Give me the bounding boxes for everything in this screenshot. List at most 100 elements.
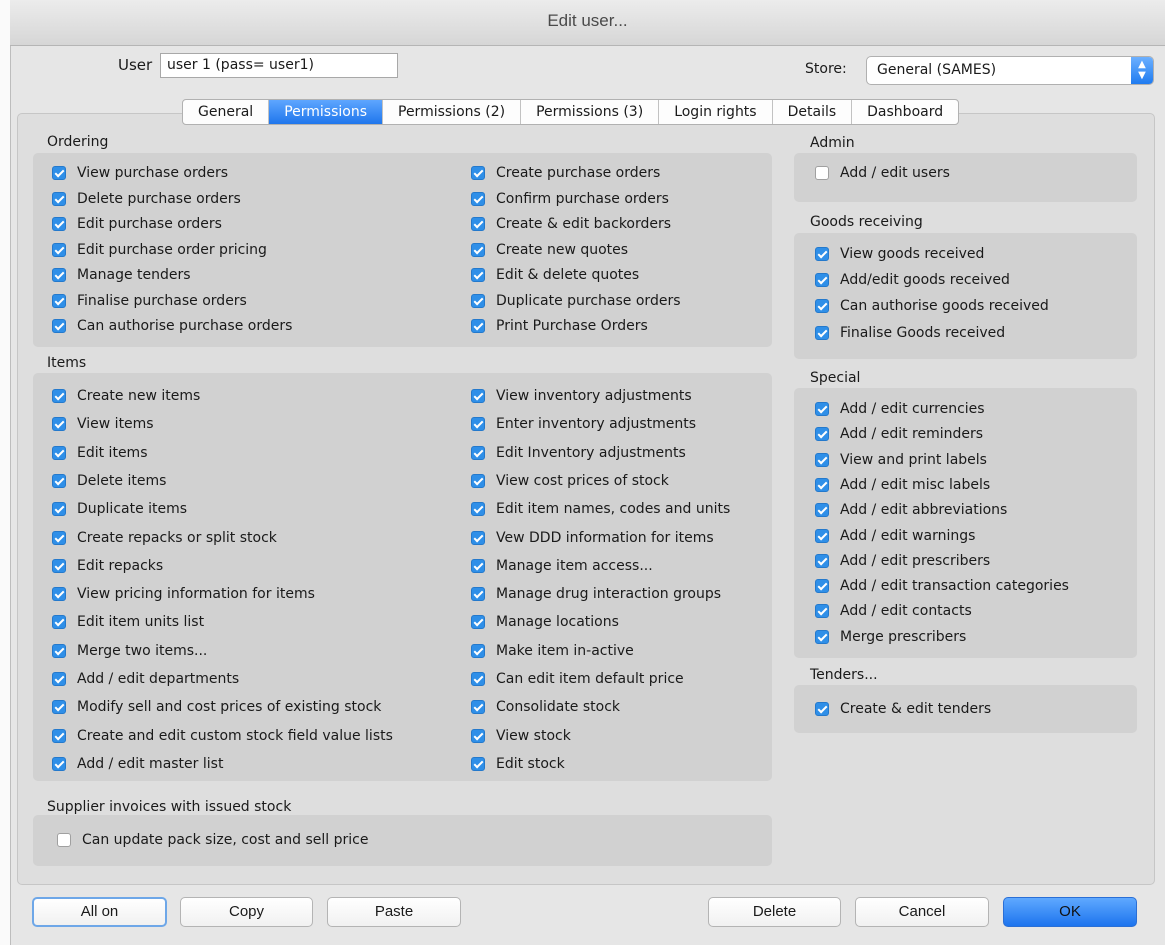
ok-button[interactable]: OK — [1003, 897, 1137, 927]
items-permission-checkbox[interactable]: Manage drug interaction groups — [471, 586, 721, 602]
checkbox-checked-icon[interactable] — [815, 477, 829, 492]
ordering-permission-checkbox[interactable]: Edit purchase order pricing — [52, 242, 267, 258]
special-permission-checkbox[interactable]: Add / edit abbreviations — [815, 502, 1007, 518]
checkbox-checked-icon[interactable] — [471, 756, 485, 771]
goods-permission-checkbox[interactable]: Can authorise goods received — [815, 298, 1049, 314]
ordering-permission-checkbox[interactable]: Manage tenders — [52, 267, 191, 283]
items-permission-checkbox[interactable]: Vew DDD information for items — [471, 530, 714, 546]
checkbox-checked-icon[interactable] — [815, 702, 829, 716]
ordering-permission-checkbox[interactable]: Confirm purchase orders — [471, 191, 669, 207]
ordering-permission-checkbox[interactable]: Print Purchase Orders — [471, 318, 648, 334]
special-permission-checkbox[interactable]: Merge prescribers — [815, 629, 966, 645]
items-permission-checkbox[interactable]: Manage locations — [471, 614, 619, 630]
checkbox-checked-icon[interactable] — [815, 247, 829, 261]
cancel-button[interactable]: Cancel — [855, 897, 989, 927]
tab-permissions-3[interactable]: Permissions (3) — [521, 100, 660, 124]
checkbox-checked-icon[interactable] — [471, 643, 485, 658]
tenders-permission-checkbox[interactable]: Create & edit tenders — [815, 701, 991, 717]
checkbox-checked-icon[interactable] — [471, 728, 485, 743]
items-permission-checkbox[interactable]: Duplicate items — [52, 501, 187, 517]
checkbox-checked-icon[interactable] — [52, 417, 66, 432]
special-permission-checkbox[interactable]: Add / edit contacts — [815, 603, 972, 619]
items-permission-checkbox[interactable]: Edit Inventory adjustments — [471, 445, 686, 461]
checkbox-checked-icon[interactable] — [471, 587, 485, 602]
checkbox-checked-icon[interactable] — [52, 242, 66, 257]
checkbox-checked-icon[interactable] — [52, 587, 66, 602]
ordering-permission-checkbox[interactable]: Edit & delete quotes — [471, 267, 639, 283]
checkbox-checked-icon[interactable] — [815, 528, 829, 543]
items-permission-checkbox[interactable]: Edit item names, codes and units — [471, 501, 730, 517]
checkbox-checked-icon[interactable] — [52, 502, 66, 517]
checkbox-checked-icon[interactable] — [471, 672, 485, 686]
checkbox-checked-icon[interactable] — [52, 268, 66, 282]
checkbox-checked-icon[interactable] — [471, 445, 485, 460]
checkbox-checked-icon[interactable] — [815, 427, 829, 442]
ordering-permission-checkbox[interactable]: Edit purchase orders — [52, 216, 222, 232]
checkbox-checked-icon[interactable] — [815, 325, 829, 340]
checkbox-checked-icon[interactable] — [471, 166, 485, 180]
checkbox-checked-icon[interactable] — [815, 299, 829, 314]
ordering-permission-checkbox[interactable]: View purchase orders — [52, 165, 228, 181]
tab-dashboard[interactable]: Dashboard — [852, 100, 958, 124]
checkbox-unchecked-icon[interactable] — [815, 166, 829, 180]
checkbox-checked-icon[interactable] — [52, 293, 66, 308]
checkbox-checked-icon[interactable] — [52, 473, 66, 488]
tab-general[interactable]: General — [183, 100, 270, 124]
user-name-field[interactable]: user 1 (pass= user1) — [160, 53, 398, 78]
items-permission-checkbox[interactable]: Create new items — [52, 388, 200, 404]
ordering-permission-checkbox[interactable]: Create new quotes — [471, 242, 628, 258]
special-permission-checkbox[interactable]: Add / edit transaction categories — [815, 578, 1069, 594]
checkbox-checked-icon[interactable] — [471, 558, 485, 573]
items-permission-checkbox[interactable]: Create repacks or split stock — [52, 530, 277, 546]
checkbox-checked-icon[interactable] — [52, 728, 66, 743]
tab-permissions[interactable]: Permissions — [269, 100, 383, 124]
goods-permission-checkbox[interactable]: Add/edit goods received — [815, 272, 1010, 288]
items-permission-checkbox[interactable]: Modify sell and cost prices of existing … — [52, 699, 381, 715]
admin-permission-checkbox[interactable]: Add / edit users — [815, 165, 950, 181]
items-permission-checkbox[interactable]: Enter inventory adjustments — [471, 416, 696, 432]
checkbox-checked-icon[interactable] — [815, 604, 829, 619]
checkbox-checked-icon[interactable] — [815, 503, 829, 518]
checkbox-checked-icon[interactable] — [52, 643, 66, 658]
checkbox-checked-icon[interactable] — [471, 191, 485, 206]
items-permission-checkbox[interactable]: View cost prices of stock — [471, 473, 669, 489]
checkbox-checked-icon[interactable] — [471, 417, 485, 432]
ordering-permission-checkbox[interactable]: Delete purchase orders — [52, 191, 241, 207]
items-permission-checkbox[interactable]: Manage item access... — [471, 558, 653, 574]
ordering-permission-checkbox[interactable]: Create & edit backorders — [471, 216, 671, 232]
checkbox-checked-icon[interactable] — [52, 191, 66, 206]
ordering-permission-checkbox[interactable]: Create purchase orders — [471, 165, 660, 181]
checkbox-checked-icon[interactable] — [471, 217, 485, 231]
checkbox-checked-icon[interactable] — [471, 530, 485, 545]
checkbox-checked-icon[interactable] — [471, 615, 485, 630]
paste-button[interactable]: Paste — [327, 897, 461, 927]
checkbox-checked-icon[interactable] — [52, 530, 66, 545]
checkbox-checked-icon[interactable] — [52, 389, 66, 403]
checkbox-checked-icon[interactable] — [52, 445, 66, 460]
goods-permission-checkbox[interactable]: Finalise Goods received — [815, 325, 1005, 341]
items-permission-checkbox[interactable]: Can edit item default price — [471, 671, 684, 687]
checkbox-checked-icon[interactable] — [815, 553, 829, 568]
checkbox-unchecked-icon[interactable] — [57, 833, 71, 847]
items-permission-checkbox[interactable]: Consolidate stock — [471, 699, 620, 715]
tab-login-rights[interactable]: Login rights — [659, 100, 773, 124]
items-permission-checkbox[interactable]: View items — [52, 416, 154, 432]
items-permission-checkbox[interactable]: Merge two items... — [52, 643, 207, 659]
checkbox-checked-icon[interactable] — [52, 672, 66, 686]
ordering-permission-checkbox[interactable]: Finalise purchase orders — [52, 293, 247, 309]
items-permission-checkbox[interactable]: Edit stock — [471, 756, 565, 772]
checkbox-checked-icon[interactable] — [471, 242, 485, 257]
checkbox-checked-icon[interactable] — [52, 217, 66, 231]
special-permission-checkbox[interactable]: View and print labels — [815, 452, 987, 468]
checkbox-checked-icon[interactable] — [471, 389, 485, 403]
checkbox-checked-icon[interactable] — [52, 166, 66, 180]
ordering-permission-checkbox[interactable]: Duplicate purchase orders — [471, 293, 681, 309]
checkbox-checked-icon[interactable] — [815, 452, 829, 467]
special-permission-checkbox[interactable]: Add / edit warnings — [815, 528, 975, 544]
checkbox-checked-icon[interactable] — [52, 558, 66, 573]
special-permission-checkbox[interactable]: Add / edit currencies — [815, 401, 985, 417]
special-permission-checkbox[interactable]: Add / edit prescribers — [815, 553, 990, 569]
items-permission-checkbox[interactable]: Create and edit custom stock field value… — [52, 728, 393, 744]
goods-permission-checkbox[interactable]: View goods received — [815, 246, 984, 262]
checkbox-checked-icon[interactable] — [52, 700, 66, 715]
